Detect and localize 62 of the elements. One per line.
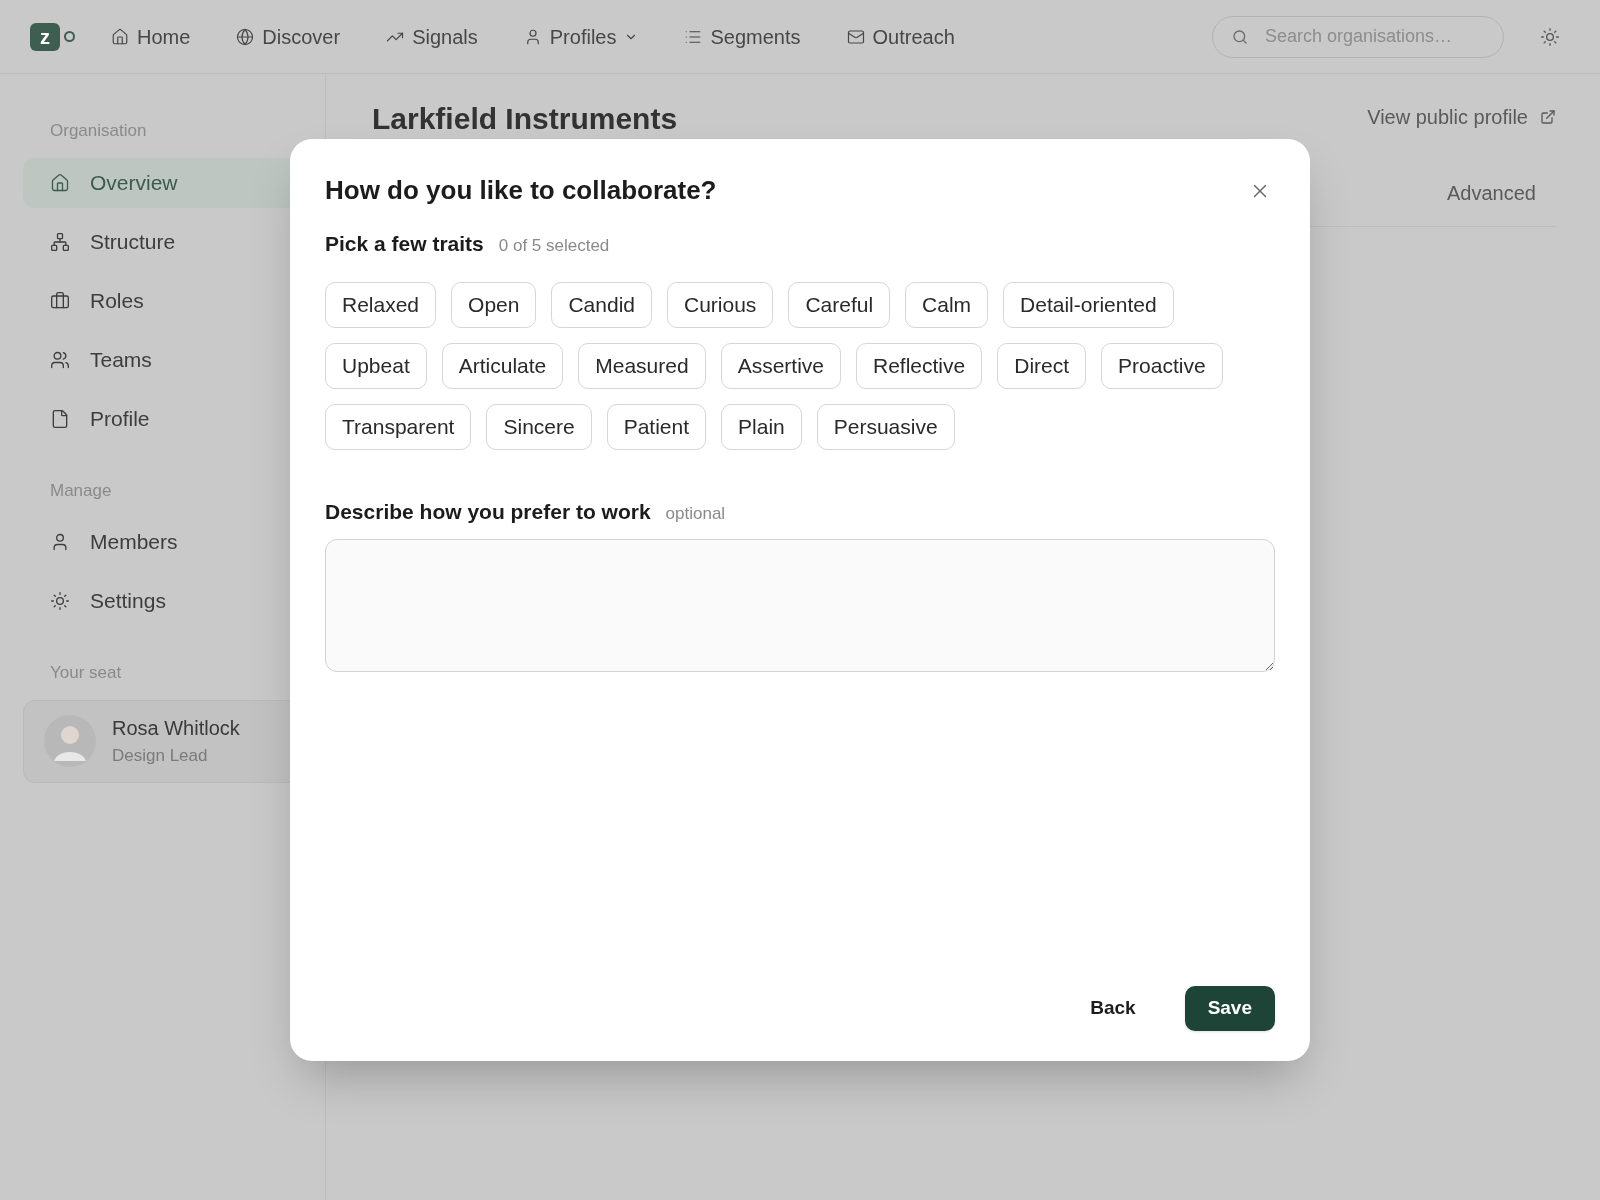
logo-badge[interactable]: z bbox=[30, 22, 60, 51]
trait-chip[interactable]: Curious bbox=[667, 281, 774, 328]
trait-chip[interactable]: Assertive bbox=[720, 342, 841, 389]
sidebar-item[interactable]: Settings bbox=[23, 576, 302, 626]
sidebar-item[interactable]: Members bbox=[23, 517, 302, 567]
describe-label: Describe how you prefer to work bbox=[325, 498, 651, 525]
trait-chip[interactable]: Relaxed bbox=[325, 281, 437, 328]
nav-link[interactable]: Profiles bbox=[523, 21, 639, 52]
document-icon bbox=[50, 408, 70, 429]
nav-link[interactable]: Signals bbox=[386, 21, 478, 52]
briefcase-icon bbox=[50, 290, 70, 311]
trait-chip[interactable]: Candid bbox=[551, 281, 652, 328]
people-icon bbox=[50, 349, 70, 370]
trait-chip[interactable]: Careful bbox=[788, 281, 891, 328]
avatar-icon bbox=[44, 715, 96, 767]
nav-link[interactable]: Outreach bbox=[846, 21, 955, 52]
house-icon bbox=[50, 172, 70, 193]
save-button[interactable]: Save bbox=[1184, 986, 1275, 1031]
optional-hint: optional bbox=[665, 502, 726, 525]
nav-link[interactable]: Segments bbox=[684, 21, 801, 52]
dialog-title: How do you like to collaborate? bbox=[325, 174, 717, 207]
sidebar-item[interactable]: Teams bbox=[23, 334, 302, 385]
trait-chip[interactable]: Plain bbox=[721, 403, 802, 450]
sidebar-item[interactable]: Roles bbox=[23, 275, 302, 326]
tab[interactable]: Advanced bbox=[1427, 172, 1556, 214]
trait-chip[interactable]: Upbeat bbox=[325, 342, 427, 389]
section-heading: Your seat bbox=[49, 662, 123, 684]
envelope-icon bbox=[846, 27, 865, 46]
sidebar-item[interactable]: Structure bbox=[23, 216, 302, 267]
trait-chip[interactable]: Open bbox=[451, 281, 537, 328]
trait-chip[interactable]: Patient bbox=[606, 403, 707, 450]
back-button[interactable]: Back bbox=[1067, 986, 1159, 1031]
trait-chip[interactable]: Proactive bbox=[1101, 342, 1223, 389]
traits-count: 0 of 5 selected bbox=[498, 235, 610, 257]
trait-chip[interactable]: Calm bbox=[905, 281, 989, 328]
external-link-icon bbox=[1540, 109, 1556, 125]
trait-chip[interactable]: Articulate bbox=[441, 342, 564, 389]
search-icon bbox=[1232, 28, 1248, 45]
search-field[interactable]: Search organisations… bbox=[1212, 15, 1504, 58]
trait-chip[interactable]: Transparent bbox=[325, 403, 472, 450]
section-heading: Manage bbox=[49, 479, 113, 502]
trait-chip[interactable]: Measured bbox=[578, 342, 706, 389]
trait-chip[interactable]: Direct bbox=[997, 342, 1087, 389]
nav-link[interactable]: Home bbox=[111, 21, 191, 52]
seat-name: Rosa Whitlock bbox=[112, 716, 240, 742]
public-profile-link[interactable]: View public profile bbox=[1367, 102, 1556, 132]
traits-label: Pick a few traits bbox=[325, 231, 484, 257]
section-heading: Organisation bbox=[49, 120, 148, 142]
hierarchy-icon bbox=[50, 231, 70, 252]
house-icon bbox=[111, 27, 129, 46]
settings-icon bbox=[50, 591, 70, 611]
description-field[interactable] bbox=[325, 539, 1275, 672]
page-title: Larkfield Instruments bbox=[372, 101, 678, 134]
nav-link[interactable]: Discover bbox=[236, 21, 341, 52]
seat-role: Design Lead bbox=[112, 745, 209, 768]
trait-chip[interactable]: Reflective bbox=[856, 342, 983, 389]
trait-chip[interactable]: Persuasive bbox=[816, 403, 955, 450]
trait-chip[interactable]: Sincere bbox=[486, 403, 592, 450]
globe-icon bbox=[236, 27, 255, 46]
theme-toggle-icon[interactable] bbox=[1540, 26, 1560, 47]
trait-chip[interactable]: Detail-oriented bbox=[1003, 281, 1174, 328]
sidebar-item[interactable]: Profile bbox=[23, 393, 302, 444]
